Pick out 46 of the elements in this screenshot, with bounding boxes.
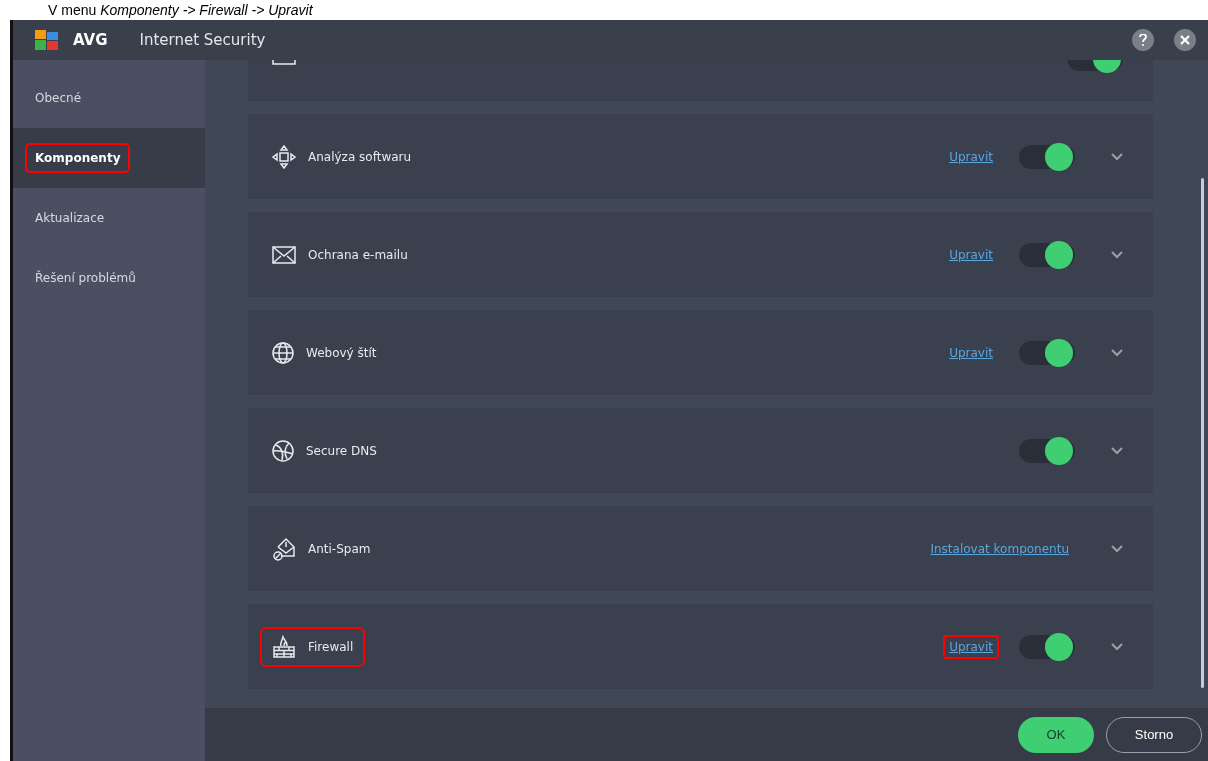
- toggle-switch[interactable]: [1019, 634, 1075, 659]
- component-label: Firewall: [308, 639, 354, 654]
- help-icon: [1139, 34, 1147, 46]
- sidebar-item[interactable]: Obecné: [13, 68, 205, 128]
- edit-link[interactable]: Upravit: [943, 340, 999, 365]
- toggle-switch[interactable]: [1019, 340, 1075, 365]
- component-label: Secure DNS: [306, 443, 377, 458]
- globe-icon: [272, 341, 294, 364]
- envelope-warning-icon: [272, 536, 296, 561]
- component-label: Analýza softwaru: [308, 149, 412, 164]
- toggle-switch[interactable]: [1019, 144, 1075, 169]
- scrollbar-thumb[interactable]: [1200, 178, 1204, 688]
- edit-link[interactable]: Upravit: [943, 144, 999, 169]
- sidebar-item[interactable]: Řešení problémů: [13, 248, 205, 308]
- ok-button[interactable]: OK: [1018, 716, 1094, 753]
- edit-link[interactable]: Instalovat komponentu: [924, 536, 1075, 561]
- chevron-down-icon[interactable]: [1111, 348, 1123, 357]
- toggle-switch[interactable]: [1019, 438, 1075, 463]
- chevron-down-icon[interactable]: [1111, 544, 1123, 553]
- chevron-down-icon[interactable]: [1111, 152, 1123, 161]
- sidebar-item[interactable]: Komponenty: [13, 128, 205, 188]
- brand-name: AVG: [73, 31, 108, 49]
- sidebar-item-label: Aktualizace: [34, 210, 106, 227]
- toggle-switch[interactable]: [1019, 242, 1075, 267]
- arrows-icon: [272, 144, 296, 169]
- chevron-down-icon[interactable]: [1111, 446, 1123, 455]
- close-icon: [1180, 35, 1190, 45]
- sidebar-item-label: Komponenty: [25, 143, 131, 173]
- edit-link[interactable]: Upravit: [943, 242, 999, 267]
- sidebar-item[interactable]: Aktualizace: [13, 188, 205, 248]
- chevron-down-icon[interactable]: [1111, 642, 1123, 651]
- component-label: Webový štít: [306, 345, 377, 360]
- firewall-icon: [272, 634, 296, 659]
- component-label: Ochrana e-mailu: [308, 247, 408, 262]
- help-button[interactable]: [1132, 29, 1154, 51]
- window-title: Internet Security: [139, 31, 266, 49]
- caption-text: V menu Komponenty -> Firewall -> Upravit: [47, 1, 314, 20]
- globe-icon: [272, 439, 294, 462]
- chevron-down-icon[interactable]: [1111, 250, 1123, 259]
- logo-icon: [35, 30, 59, 50]
- edit-link[interactable]: Upravit: [943, 634, 999, 659]
- component-label: Anti-Spam: [308, 541, 371, 556]
- envelope-icon: [272, 245, 296, 264]
- sidebar-item-label: Řešení problémů: [34, 269, 137, 287]
- close-button[interactable]: [1174, 29, 1196, 51]
- sidebar-item-label: Obecné: [34, 90, 83, 107]
